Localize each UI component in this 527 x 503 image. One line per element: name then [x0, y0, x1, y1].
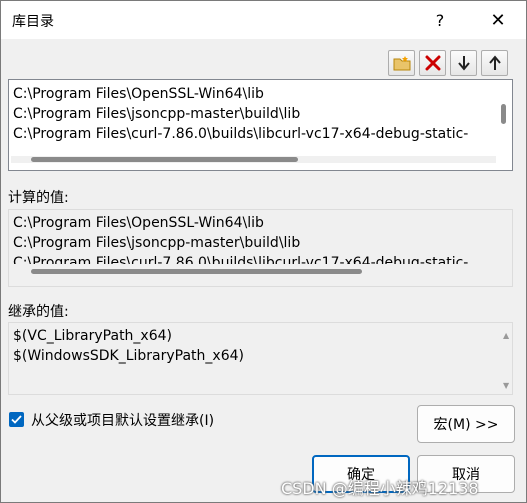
arrow-down-icon — [457, 56, 470, 71]
arrow-up-icon — [488, 55, 501, 70]
inherit-checkbox[interactable] — [9, 412, 24, 427]
macros-button[interactable]: 宏(M) >> — [417, 405, 515, 443]
checkmark-icon — [11, 415, 22, 424]
close-button[interactable]: ✕ — [475, 1, 521, 39]
title-bar: 库目录 ? ✕ — [1, 1, 526, 39]
inherited-line: $(WindowsSDK_LibraryPath_x64) — [13, 348, 244, 364]
toolbar — [388, 50, 508, 76]
inherited-line: $(VC_LibraryPath_x64) — [13, 328, 172, 344]
evaluated-line: C:\Program Files\curl-7.86.0\builds\libc… — [13, 255, 469, 264]
horizontal-scrollbar-thumb[interactable] — [31, 157, 298, 162]
horizontal-scrollbar[interactable] — [11, 268, 486, 275]
scroll-down-icon[interactable]: ▼ — [503, 381, 509, 390]
new-line-button[interactable] — [388, 50, 415, 76]
scroll-up-icon[interactable]: ▲ — [503, 331, 509, 340]
move-up-button[interactable] — [481, 50, 508, 76]
editor-line[interactable]: C:\Program Files\OpenSSL-Win64\lib — [13, 84, 264, 104]
editor-line[interactable]: C:\Program Files\curl-7.86.0\builds\libc… — [13, 124, 468, 144]
evaluated-value-label: 计算的值: — [8, 190, 69, 206]
evaluated-line: C:\Program Files\jsoncpp-master\build\li… — [13, 235, 301, 251]
window-title: 库目录 — [12, 14, 54, 30]
folder-new-icon — [393, 56, 410, 71]
move-down-button[interactable] — [450, 50, 477, 76]
evaluated-value-box: C:\Program Files\OpenSSL-Win64\lib C:\Pr… — [8, 209, 513, 287]
inherited-value-box: $(VC_LibraryPath_x64) $(WindowsSDK_Libra… — [8, 322, 513, 395]
horizontal-scrollbar[interactable] — [11, 156, 496, 163]
editor-line[interactable]: C:\Program Files\jsoncpp-master\build\li… — [13, 104, 300, 124]
horizontal-scrollbar-thumb[interactable] — [31, 269, 362, 274]
inherited-value-label: 继承的值: — [8, 304, 69, 320]
delete-x-icon — [425, 55, 440, 71]
delete-line-button[interactable] — [419, 50, 446, 76]
inherit-checkbox-label[interactable]: 从父级或项目默认设置继承(I) — [31, 410, 214, 430]
watermark-text: CSDN @编程小辣鸡12138 — [281, 479, 479, 498]
directories-editor[interactable]: C:\Program Files\OpenSSL-Win64\lib C:\Pr… — [8, 79, 513, 171]
evaluated-line: C:\Program Files\OpenSSL-Win64\lib — [13, 215, 264, 231]
help-button[interactable]: ? — [417, 1, 463, 39]
library-directories-dialog: 库目录 ? ✕ C:\Program Files\OpenSSL-Win64\l… — [0, 0, 527, 503]
vertical-scrollbar-thumb[interactable] — [501, 104, 506, 124]
